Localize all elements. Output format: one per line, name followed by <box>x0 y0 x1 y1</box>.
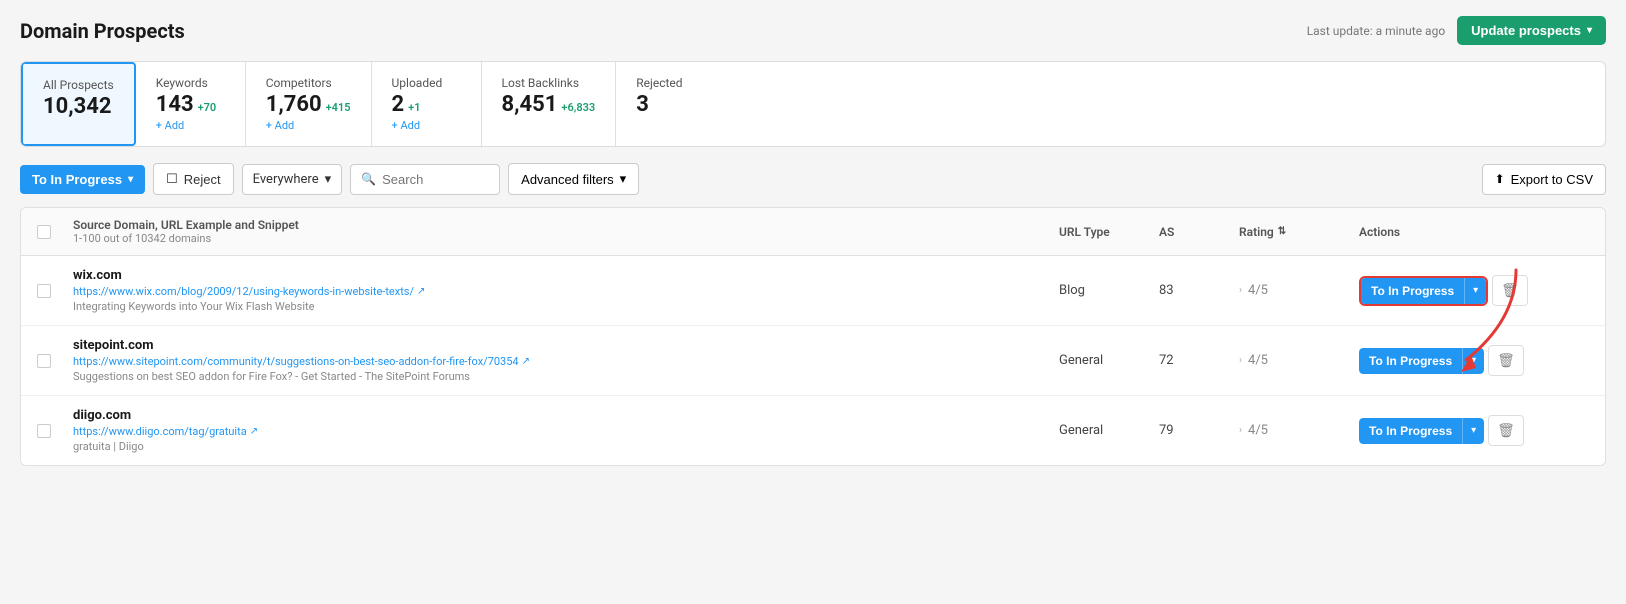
to-in-progress-btn-wix[interactable]: To In Progress <box>1361 278 1464 304</box>
stat-card-lost-backlinks[interactable]: Lost Backlinks 8,451 +6,833 <box>482 62 617 146</box>
update-prospects-button[interactable]: Update prospects ▾ <box>1457 16 1606 45</box>
table-row: wix.com https://www.wix.com/blog/2009/12… <box>21 256 1605 326</box>
reject-square-icon: ☐ <box>166 171 178 187</box>
col-url-type-header: URL Type <box>1059 225 1159 239</box>
stat-value-keywords: 143 <box>156 92 194 117</box>
stat-label-lost: Lost Backlinks <box>502 76 596 90</box>
col-as-header: AS <box>1159 225 1239 239</box>
stat-delta-competitors: +415 <box>326 101 351 114</box>
domain-snippet-diigo: gratuita | Diigo <box>73 440 1059 453</box>
rating-sitepoint: › 4/5 <box>1239 353 1359 368</box>
row-source-diigo: diigo.com https://www.diigo.com/tag/grat… <box>73 408 1059 453</box>
stat-label-all: All Prospects <box>43 78 114 92</box>
page-title: Domain Prospects <box>20 19 185 43</box>
action-cell-diigo: To In Progress ▾ 🗑 <box>1359 415 1539 446</box>
url-type-wix: Blog <box>1059 283 1159 298</box>
external-link-icon-diigo: ↗ <box>250 426 258 437</box>
stats-row: All Prospects 10,342 Keywords 143 +70 + … <box>20 61 1606 147</box>
search-icon: 🔍 <box>361 172 376 186</box>
rating-filter-icon: ⇅ <box>1278 226 1286 237</box>
header-right: Last update: a minute ago Update prospec… <box>1307 16 1606 45</box>
stat-label-competitors: Competitors <box>266 76 351 90</box>
table-header: Source Domain, URL Example and Snippet 1… <box>21 208 1605 256</box>
col-actions-header: Actions <box>1359 225 1539 239</box>
action-cell-sitepoint: To In Progress ▾ 🗑 <box>1359 345 1539 376</box>
stat-delta-lost: +6,833 <box>561 101 595 114</box>
to-in-progress-button[interactable]: To In Progress ▾ <box>20 165 145 194</box>
domain-url-wix[interactable]: https://www.wix.com/blog/2009/12/using-k… <box>73 285 1059 298</box>
stat-label-rejected: Rejected <box>636 76 706 90</box>
stat-card-all-prospects[interactable]: All Prospects 10,342 <box>21 62 136 146</box>
as-diigo: 79 <box>1159 423 1239 438</box>
domain-url-sitepoint[interactable]: https://www.sitepoint.com/community/t/su… <box>73 355 1059 368</box>
search-box[interactable]: 🔍 <box>350 164 500 195</box>
domain-snippet-sitepoint: Suggestions on best SEO addon for Fire F… <box>73 370 1059 383</box>
upload-icon: ⬆ <box>1495 172 1505 186</box>
domain-name-sitepoint: sitepoint.com <box>73 338 1059 353</box>
col-rating-header[interactable]: Rating ⇅ <box>1239 225 1359 239</box>
row-checkbox-diigo[interactable] <box>37 424 73 438</box>
rating-chevron-icon-diigo: › <box>1239 425 1242 436</box>
to-in-progress-btn-sitepoint[interactable]: To In Progress <box>1359 348 1462 374</box>
stat-value-competitors: 1,760 <box>266 92 322 117</box>
stat-add-keywords[interactable]: + Add <box>156 119 225 132</box>
stat-value-uploaded: 2 <box>392 92 405 117</box>
domain-url-diigo[interactable]: https://www.diigo.com/tag/gratuita ↗ <box>73 425 1059 438</box>
rating-diigo: › 4/5 <box>1239 423 1359 438</box>
stat-label-uploaded: Uploaded <box>392 76 461 90</box>
stat-add-competitors[interactable]: + Add <box>266 119 351 132</box>
export-to-csv-button[interactable]: ⬆ Export to CSV <box>1482 164 1606 195</box>
last-update-label: Last update: a minute ago <box>1307 24 1445 38</box>
row-checkbox-wix[interactable] <box>37 284 73 298</box>
table-row: sitepoint.com https://www.sitepoint.com/… <box>21 326 1605 396</box>
stat-card-uploaded[interactable]: Uploaded 2 +1 + Add <box>372 62 482 146</box>
stat-value-lost: 8,451 <box>502 92 558 117</box>
to-in-progress-dropdown-wix[interactable]: ▾ <box>1464 278 1486 304</box>
stat-delta-keywords: +70 <box>198 101 217 114</box>
stat-value-rejected: 3 <box>636 92 706 117</box>
everywhere-chevron-icon: ▾ <box>325 172 332 187</box>
stat-delta-uploaded: +1 <box>408 101 420 114</box>
to-in-progress-dropdown-sitepoint[interactable]: ▾ <box>1462 348 1484 374</box>
update-btn-chevron-icon: ▾ <box>1587 25 1592 36</box>
to-in-progress-dropdown-diigo[interactable]: ▾ <box>1462 418 1484 444</box>
advanced-filters-chevron-icon: ▾ <box>620 171 627 187</box>
stat-value-all: 10,342 <box>43 94 114 119</box>
domain-name-wix: wix.com <box>73 268 1059 283</box>
url-type-diigo: General <box>1059 423 1159 438</box>
advanced-filters-button[interactable]: Advanced filters ▾ <box>508 163 639 195</box>
everywhere-dropdown[interactable]: Everywhere ▾ <box>242 164 343 195</box>
as-sitepoint: 72 <box>1159 353 1239 368</box>
search-input[interactable] <box>382 172 489 187</box>
stat-add-uploaded[interactable]: + Add <box>392 119 461 132</box>
row-source-sitepoint: sitepoint.com https://www.sitepoint.com/… <box>73 338 1059 383</box>
header-checkbox[interactable] <box>37 225 73 239</box>
domain-table: Source Domain, URL Example and Snippet 1… <box>20 207 1606 466</box>
rating-chevron-icon-wix: › <box>1239 285 1242 296</box>
external-link-icon-wix: ↗ <box>417 286 425 297</box>
rating-wix: › 4/5 <box>1239 283 1359 298</box>
as-wix: 83 <box>1159 283 1239 298</box>
external-link-icon-sitepoint: ↗ <box>522 356 530 367</box>
rating-chevron-icon-sitepoint: › <box>1239 355 1242 366</box>
row-checkbox-sitepoint[interactable] <box>37 354 73 368</box>
table-row: diigo.com https://www.diigo.com/tag/grat… <box>21 396 1605 465</box>
reject-button[interactable]: ☐ Reject <box>153 163 234 195</box>
toolbar: To In Progress ▾ ☐ Reject Everywhere ▾ 🔍… <box>20 163 1606 195</box>
stat-label-keywords: Keywords <box>156 76 225 90</box>
delete-btn-wix[interactable]: 🗑 <box>1492 275 1528 306</box>
col-source-header: Source Domain, URL Example and Snippet 1… <box>73 218 1059 245</box>
domain-snippet-wix: Integrating Keywords into Your Wix Flash… <box>73 300 1059 313</box>
to-in-progress-btn-diigo[interactable]: To In Progress <box>1359 418 1462 444</box>
stat-card-keywords[interactable]: Keywords 143 +70 + Add <box>136 62 246 146</box>
domain-name-diigo: diigo.com <box>73 408 1059 423</box>
row-source-wix: wix.com https://www.wix.com/blog/2009/12… <box>73 268 1059 313</box>
delete-btn-sitepoint[interactable]: 🗑 <box>1488 345 1524 376</box>
url-type-sitepoint: General <box>1059 353 1159 368</box>
to-in-progress-chevron-icon: ▾ <box>128 174 133 185</box>
stat-card-competitors[interactable]: Competitors 1,760 +415 + Add <box>246 62 372 146</box>
delete-btn-diigo[interactable]: 🗑 <box>1488 415 1524 446</box>
action-cell-wix: To In Progress ▾ 🗑 <box>1359 275 1539 306</box>
stat-card-rejected[interactable]: Rejected 3 <box>616 62 726 146</box>
